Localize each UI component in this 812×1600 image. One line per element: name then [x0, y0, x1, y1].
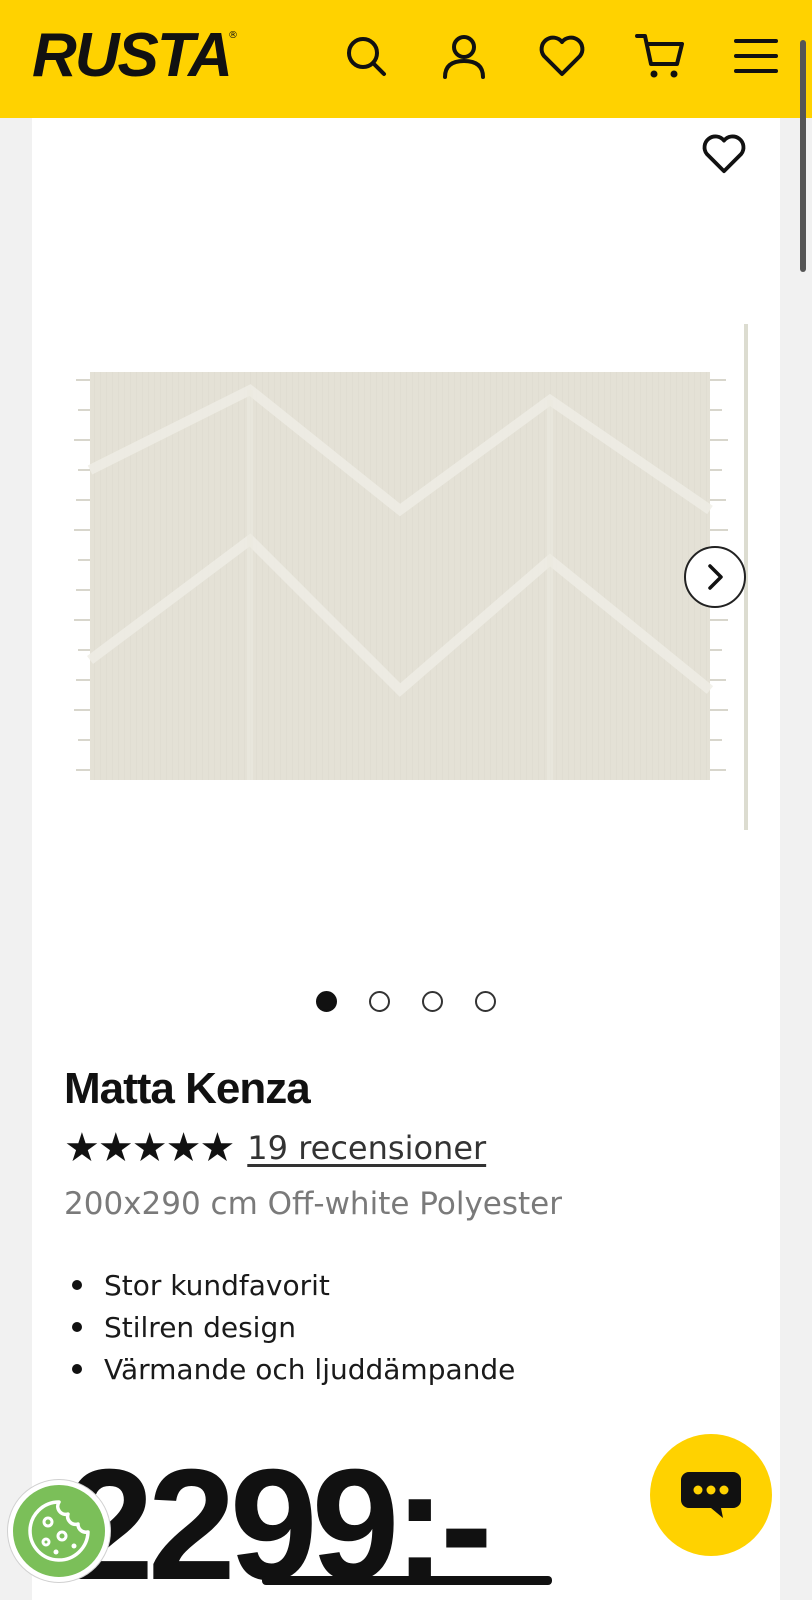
star-rating-icon: ★★★★★ [64, 1125, 235, 1171]
list-item: Stilren design [64, 1306, 515, 1348]
cart-icon[interactable] [634, 30, 686, 82]
chat-button[interactable] [650, 1434, 772, 1556]
top-navigation-bar: RUSTA ® [0, 0, 812, 118]
carousel-dot-1[interactable] [316, 991, 337, 1012]
menu-icon[interactable] [730, 30, 782, 82]
cookie-icon [28, 1500, 90, 1562]
carousel-dot-2[interactable] [369, 991, 390, 1012]
rusta-logo[interactable]: RUSTA [32, 24, 233, 88]
favorite-button[interactable] [700, 130, 748, 178]
rug-image [74, 372, 728, 780]
carousel-dot-4[interactable] [475, 991, 496, 1012]
search-icon[interactable] [340, 30, 392, 82]
registered-mark: ® [228, 30, 238, 41]
account-icon[interactable] [438, 30, 490, 82]
list-item: Värmande och ljuddämpande [64, 1348, 515, 1390]
wishlist-icon[interactable] [536, 30, 588, 82]
feature-list: Stor kundfavorit Stilren design Värmande… [64, 1264, 515, 1390]
page-scrollbar[interactable] [800, 40, 806, 272]
heart-outline-icon [702, 134, 746, 174]
list-item: Stor kundfavorit [64, 1264, 515, 1306]
product-variant-info: 200x290 cm Off-white Polyester [64, 1186, 562, 1222]
carousel-dots [316, 991, 496, 1012]
feature-text: Stilren design [104, 1310, 296, 1344]
price-underline [262, 1576, 552, 1585]
bullet-icon [72, 1364, 82, 1374]
chevron-right-icon [708, 564, 723, 590]
product-rating: ★★★★★ 19 recensioner [64, 1126, 486, 1170]
product-title: Matta Kenza [64, 1064, 311, 1113]
cookie-settings-button[interactable] [8, 1480, 110, 1582]
product-image[interactable] [70, 360, 740, 800]
feature-text: Stor kundfavorit [104, 1268, 330, 1302]
reviews-link[interactable]: 19 recensioner [247, 1129, 486, 1167]
bullet-icon [72, 1280, 82, 1290]
bullet-icon [72, 1322, 82, 1332]
carousel-dot-3[interactable] [422, 991, 443, 1012]
feature-text: Värmande och ljuddämpande [104, 1352, 516, 1386]
next-image-button[interactable] [684, 546, 746, 608]
chat-bubble-icon [681, 1472, 741, 1518]
